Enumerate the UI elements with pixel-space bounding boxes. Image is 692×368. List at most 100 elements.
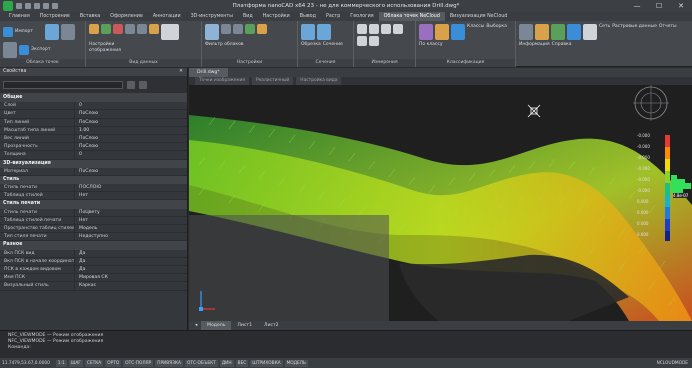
save-icon[interactable] — [34, 3, 40, 9]
status-toggle[interactable]: ДИН — [219, 359, 234, 367]
property-row[interactable]: Слой 0 — [0, 102, 187, 111]
status-toggle[interactable]: ОРТО — [105, 359, 122, 367]
quick-select-icon[interactable] — [139, 80, 147, 89]
property-row[interactable]: Вкл ПСК в начале координат Да — [0, 257, 187, 266]
property-value[interactable]: ПоСлою — [74, 134, 187, 143]
view-button-settings[interactable]: Настройка вида — [296, 77, 342, 85]
selection-icon[interactable] — [435, 24, 449, 40]
ribbon-tab[interactable]: Вывод — [295, 12, 321, 21]
palette-icon[interactable] — [89, 24, 99, 34]
volume-icon[interactable] — [357, 36, 367, 46]
scan-icon[interactable] — [3, 42, 17, 58]
minimize-button[interactable]: — — [626, 2, 648, 10]
layout-tab-sheet2[interactable]: Лист2 — [258, 321, 285, 330]
property-section-header[interactable]: Стиль — [0, 175, 187, 185]
area-icon[interactable] — [381, 24, 391, 34]
point-cloud-canvas[interactable] — [189, 85, 692, 321]
property-row[interactable]: Тип стиля печати Недоступно — [0, 233, 187, 242]
property-value[interactable]: Да — [74, 265, 187, 274]
distance-icon[interactable] — [357, 24, 367, 34]
command-line[interactable]: NFC_VIEWMODE — Режим отображения NFC_VIE… — [0, 330, 692, 358]
close-icon[interactable]: ✕ — [179, 68, 183, 76]
property-value[interactable]: 0 — [74, 102, 187, 110]
ribbon-tab[interactable]: Облака точек NeCloud — [378, 12, 445, 21]
reports-icon[interactable] — [551, 24, 565, 40]
property-value[interactable]: Каркас — [74, 282, 187, 290]
property-row[interactable]: Толщина 0 — [0, 151, 187, 160]
crop-button[interactable]: Обрезка — [301, 42, 321, 48]
help-icon[interactable] — [583, 24, 597, 40]
property-row[interactable]: Вес линий ПоСлою — [0, 134, 187, 144]
section-button[interactable]: Сечение — [323, 42, 343, 48]
property-section-header[interactable]: Разное — [0, 241, 187, 250]
property-value[interactable]: ПоСлою — [74, 110, 187, 118]
property-row[interactable]: Таблица стилей Нет — [0, 192, 187, 201]
grid-icon[interactable] — [125, 24, 135, 34]
import-icon[interactable] — [3, 27, 13, 37]
status-toggle[interactable]: ОТС-ОБЪЕКТ — [184, 359, 218, 367]
cloud-icon[interactable] — [45, 24, 59, 40]
section-icon[interactable] — [317, 24, 331, 40]
open-file-icon[interactable] — [25, 3, 31, 9]
property-value[interactable]: Мировая СК — [74, 274, 187, 282]
new-file-icon[interactable] — [16, 3, 22, 9]
classes-button[interactable]: Классы — [467, 24, 484, 40]
redo-icon[interactable] — [52, 3, 58, 9]
property-value[interactable]: Модель — [74, 225, 187, 233]
undo-icon[interactable] — [43, 3, 49, 9]
ribbon-tab[interactable]: Геология — [345, 12, 378, 21]
property-row[interactable]: Стиль печати ПоЦвету — [0, 208, 187, 217]
raster-button[interactable]: Растровые данные — [612, 24, 657, 40]
layout-tab-model[interactable]: Модель — [201, 321, 232, 330]
close-button[interactable]: ✕ — [670, 2, 692, 10]
property-row[interactable]: Масштаб типа линий 1.00 — [0, 126, 187, 135]
status-toggle[interactable]: ОТС-ПОЛЯР — [123, 359, 154, 367]
property-row[interactable]: Материал ПоСлою — [0, 167, 187, 176]
maximize-button[interactable]: ☐ — [648, 2, 670, 10]
network-button[interactable]: Сеть — [599, 24, 610, 40]
property-row[interactable]: Вкл ПСК вид Да — [0, 249, 187, 258]
property-value[interactable]: Да — [74, 257, 187, 265]
property-row[interactable]: Пространство таблиц стилей печатиМодель — [0, 225, 187, 234]
angle-icon[interactable] — [369, 24, 379, 34]
ribbon-tab[interactable]: Вид — [238, 12, 258, 21]
property-value[interactable]: Нет — [74, 192, 187, 200]
view-button-points[interactable]: Точки изображения — [195, 77, 249, 85]
profile-icon[interactable] — [369, 36, 379, 46]
ribbon-tab[interactable]: Растр — [321, 12, 345, 21]
ribbon-tab[interactable]: Построение — [35, 12, 75, 21]
ribbon-tab[interactable]: Аннотации — [148, 12, 186, 21]
document-tab[interactable]: Drill.dwg* — [189, 68, 228, 77]
property-row[interactable]: Визуальный стиль Каркас — [0, 282, 187, 291]
info-button[interactable]: Информация — [519, 42, 550, 48]
by-class-icon[interactable] — [451, 24, 465, 40]
scale-icon[interactable] — [233, 24, 243, 34]
property-value[interactable]: ПоСлою — [74, 118, 187, 126]
selection-button[interactable]: Выборка — [486, 24, 507, 40]
property-row[interactable]: Имя ПСК Мировая СК — [0, 274, 187, 283]
property-section-header[interactable]: Стиль печати — [0, 200, 187, 209]
viewcube-compass[interactable] — [633, 85, 669, 121]
layout-nav-icon[interactable]: ◂ — [189, 321, 201, 330]
command-prompt[interactable]: Команда: — [8, 345, 692, 351]
ribbon-tab[interactable]: Визуализация NeCloud — [445, 12, 512, 21]
filter-icon[interactable] — [205, 24, 219, 40]
classes-icon[interactable] — [419, 24, 433, 40]
help-button[interactable]: Справка — [552, 42, 572, 48]
status-toggle[interactable]: ШАГ — [68, 359, 83, 367]
select-objects-icon[interactable] — [127, 80, 135, 89]
property-row[interactable]: Таблица стилей печати Нет — [0, 216, 187, 225]
app-logo-icon[interactable] — [3, 1, 13, 11]
property-value[interactable]: ПоСлою — [74, 167, 187, 175]
layers-icon[interactable] — [61, 24, 75, 40]
ribbon-tab[interactable]: Главная — [4, 12, 35, 21]
property-value[interactable]: 0 — [74, 151, 187, 159]
export-button[interactable]: Экспорт — [31, 47, 51, 53]
tree-icon[interactable] — [245, 24, 255, 34]
status-toggle[interactable]: СЕТКА — [84, 359, 104, 367]
property-value[interactable]: ПоСлою — [74, 143, 187, 151]
property-row[interactable]: Прозрачность ПоСлою — [0, 143, 187, 152]
import-button[interactable]: Импорт — [15, 29, 33, 35]
status-toggle[interactable]: МОДЕЛЬ — [284, 359, 308, 367]
intensity-icon[interactable] — [113, 24, 123, 34]
